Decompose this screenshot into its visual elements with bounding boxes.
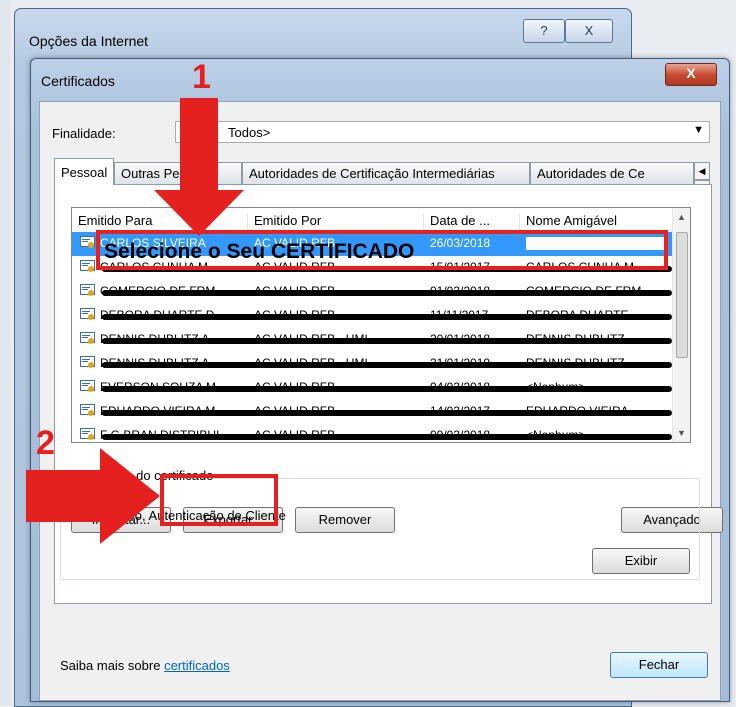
step-number-2: 2	[36, 424, 55, 462]
tab-personal[interactable]: Pessoal	[54, 158, 114, 185]
tab-label: Pessoal	[61, 165, 108, 180]
step-number-1: 1	[192, 58, 211, 96]
select-instruction: Selecione o Seu CERTIFICADO	[104, 240, 415, 263]
export-highlight-box	[160, 474, 278, 526]
arrow-down-icon	[154, 98, 244, 236]
annotation-arrows	[26, 98, 244, 544]
